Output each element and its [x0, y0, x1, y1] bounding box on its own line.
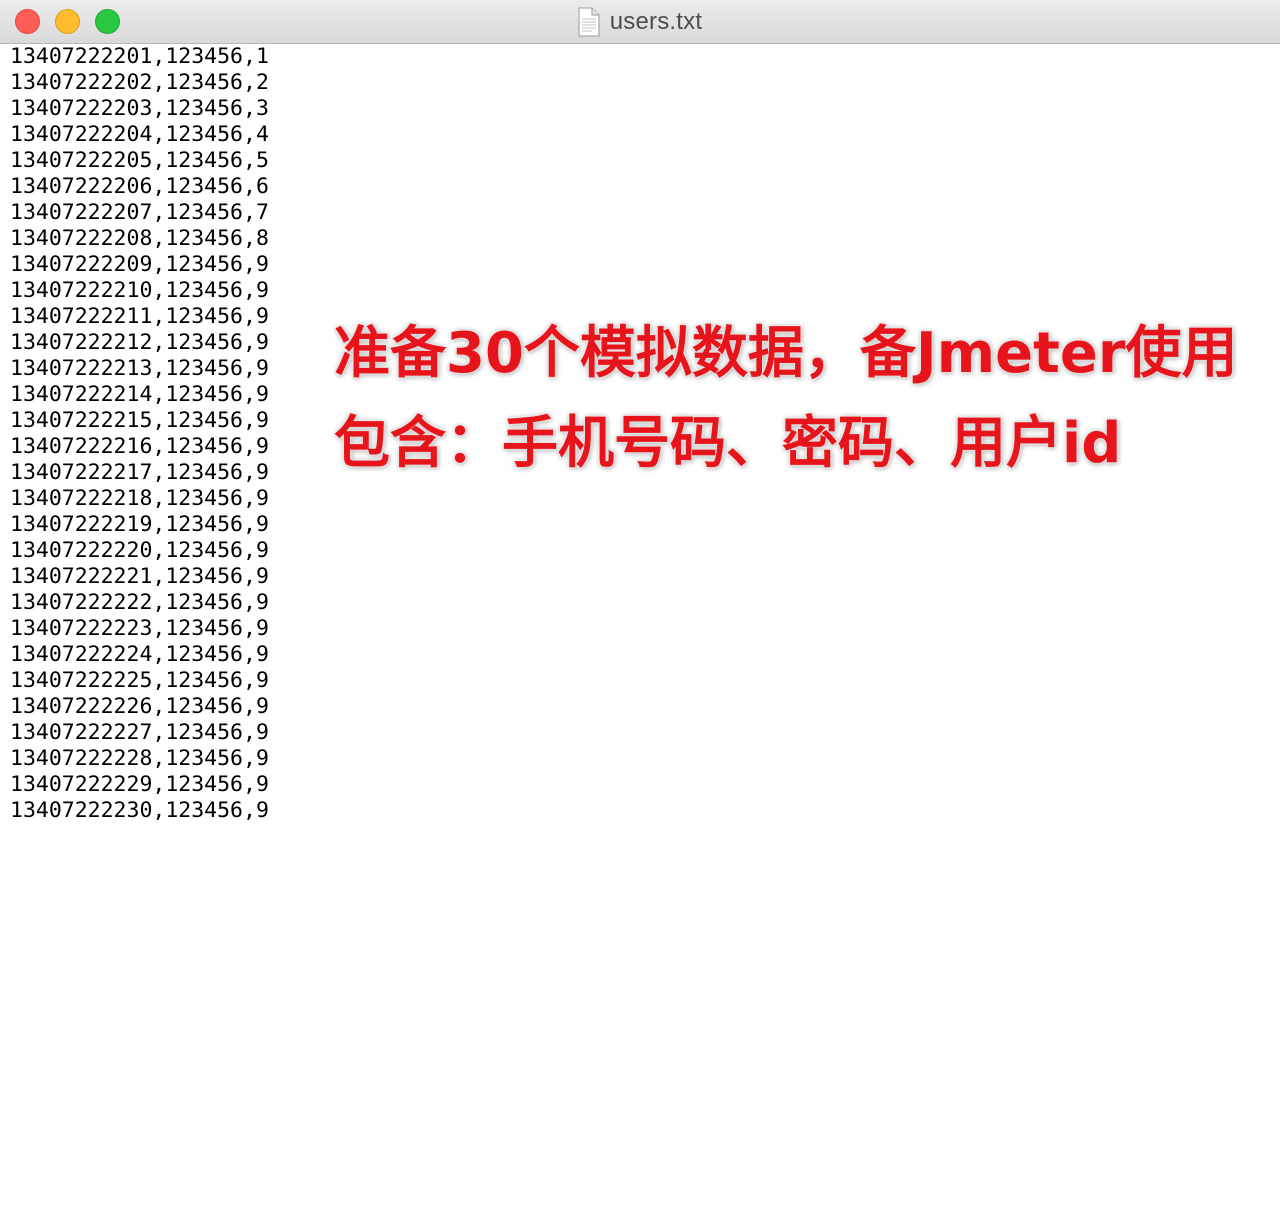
text-line: 13407222206,123456,6 [10, 174, 269, 199]
text-line: 13407222228,123456,9 [10, 746, 269, 771]
text-line: 13407222221,123456,9 [10, 564, 269, 589]
text-line: 13407222210,123456,9 [10, 278, 269, 303]
text-line: 13407222226,123456,9 [10, 694, 269, 719]
window-title: users.txt [609, 8, 703, 35]
text-line: 13407222223,123456,9 [10, 616, 269, 641]
text-line: 13407222224,123456,9 [10, 642, 269, 667]
text-line: 13407222218,123456,9 [10, 486, 269, 511]
text-line: 13407222217,123456,9 [10, 460, 269, 485]
text-line: 13407222205,123456,5 [10, 148, 269, 173]
text-line: 13407222213,123456,9 [10, 356, 269, 381]
text-document-icon [578, 7, 600, 37]
text-line: 13407222211,123456,9 [10, 304, 269, 329]
text-line: 13407222230,123456,9 [10, 798, 269, 823]
text-editor-window: users.txt 13407222201,123456,1 1340722220… [0, 0, 1280, 1214]
title-bar[interactable]: users.txt [0, 0, 1280, 44]
text-line: 13407222220,123456,9 [10, 538, 269, 563]
annotation-line-2: 包含：手机号码、密码、用户id [334, 411, 1122, 476]
text-line: 13407222212,123456,9 [10, 330, 269, 355]
text-line: 13407222227,123456,9 [10, 720, 269, 745]
text-line: 13407222214,123456,9 [10, 382, 269, 407]
window-title-group: users.txt [0, 0, 1280, 44]
annotation-line-1: 准备30个模拟数据，备Jmeter使用 [334, 321, 1238, 386]
text-line: 13407222219,123456,9 [10, 512, 269, 537]
text-line: 13407222216,123456,9 [10, 434, 269, 459]
file-lines: 13407222201,123456,1 13407222202,123456,2… [10, 44, 269, 824]
text-line: 13407222222,123456,9 [10, 590, 269, 615]
text-line: 13407222215,123456,9 [10, 408, 269, 433]
text-line: 13407222202,123456,2 [10, 70, 269, 95]
text-line: 13407222208,123456,8 [10, 226, 269, 251]
text-editor-area[interactable]: 13407222201,123456,1 13407222202,123456,2… [0, 44, 1280, 1214]
text-line: 13407222225,123456,9 [10, 668, 269, 693]
text-line: 13407222207,123456,7 [10, 200, 269, 225]
text-line: 13407222229,123456,9 [10, 772, 269, 797]
text-line: 13407222201,123456,1 [10, 44, 269, 69]
text-line: 13407222209,123456,9 [10, 252, 269, 277]
text-line: 13407222203,123456,3 [10, 96, 269, 121]
text-line: 13407222204,123456,4 [10, 122, 269, 147]
